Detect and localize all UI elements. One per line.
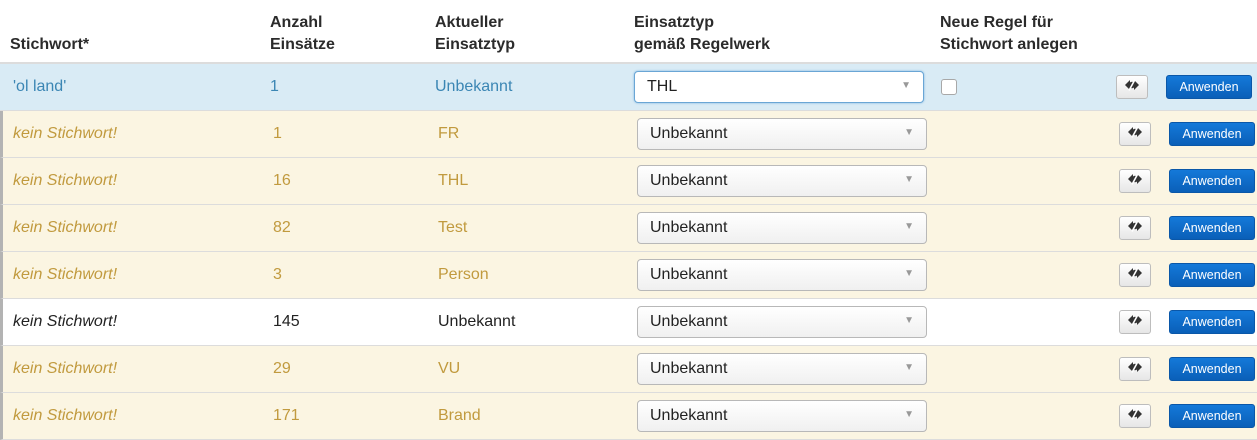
keyword-cell: kein Stichwort! <box>13 266 118 283</box>
type-select[interactable]: Unbekannt ▼ <box>637 306 927 338</box>
current-type-cell: THL <box>438 172 469 189</box>
eye-slash-icon <box>1127 360 1143 378</box>
count-cell: 171 <box>273 407 300 424</box>
header-regelwerk-typ: Einsatztyp gemäß Regelwerk <box>634 14 771 53</box>
count-cell: 3 <box>273 266 282 283</box>
apply-button[interactable]: Anwenden <box>1169 357 1255 381</box>
count-cell: 82 <box>273 219 291 236</box>
chevron-down-icon: ▼ <box>904 268 914 279</box>
table-header: Stichwort* Anzahl Einsätze Aktueller Einsa… <box>0 0 1257 64</box>
eye-slash-icon <box>1127 407 1143 425</box>
count-cell: 145 <box>273 313 300 330</box>
type-select-value: Unbekannt <box>650 360 728 377</box>
eye-slash-icon <box>1127 313 1143 331</box>
table-row: kein Stichwort! 29 VU Unbekannt ▼ Anwenden <box>0 346 1257 393</box>
type-select[interactable]: THL ▼ <box>634 71 924 103</box>
count-cell: 1 <box>273 125 282 142</box>
current-type-cell: Person <box>438 266 489 283</box>
current-type-cell: Brand <box>438 407 481 424</box>
type-select[interactable]: Unbekannt ▼ <box>637 212 927 244</box>
count-cell: 29 <box>273 360 291 377</box>
current-type-cell: Test <box>438 219 468 236</box>
eye-slash-icon <box>1127 125 1143 143</box>
type-select[interactable]: Unbekannt ▼ <box>637 165 927 197</box>
keyword-cell: kein Stichwort! <box>13 407 118 424</box>
keyword-cell: kein Stichwort! <box>13 360 118 377</box>
toggle-visibility-button[interactable] <box>1119 357 1151 381</box>
eye-slash-icon <box>1127 219 1143 237</box>
apply-button[interactable]: Anwenden <box>1169 122 1255 146</box>
table-row: 'ol land' 1 Unbekannt THL ▼ Anwenden <box>0 64 1257 111</box>
chevron-down-icon: ▼ <box>904 315 914 326</box>
table-body: 'ol land' 1 Unbekannt THL ▼ Anwenden kein Stic… <box>0 64 1257 440</box>
toggle-visibility-button[interactable] <box>1119 310 1151 334</box>
current-type-cell: VU <box>438 360 461 377</box>
table-row: kein Stichwort! 3 Person Unbekannt ▼ Anwenden <box>0 252 1257 299</box>
count-cell: 1 <box>270 78 279 95</box>
eye-slash-icon <box>1127 172 1143 190</box>
toggle-visibility-button[interactable] <box>1119 263 1151 287</box>
header-anzahl: Anzahl Einsätze <box>270 14 335 53</box>
header-stichwort: Stichwort* <box>10 36 90 53</box>
type-select[interactable]: Unbekannt ▼ <box>637 259 927 291</box>
eye-slash-icon <box>1124 78 1140 96</box>
current-type-cell: Unbekannt <box>435 78 513 95</box>
apply-button[interactable]: Anwenden <box>1166 75 1252 99</box>
apply-button[interactable]: Anwenden <box>1169 216 1255 240</box>
type-select-value: Unbekannt <box>650 125 728 142</box>
table-row: kein Stichwort! 171 Brand Unbekannt ▼ Anwende… <box>0 393 1257 440</box>
type-select-value: Unbekannt <box>650 407 728 424</box>
keyword-cell: kein Stichwort! <box>13 125 118 142</box>
apply-button[interactable]: Anwenden <box>1169 263 1255 287</box>
type-select-value: Unbekannt <box>650 266 728 283</box>
type-select-value: Unbekannt <box>650 313 728 330</box>
chevron-down-icon: ▼ <box>901 80 911 91</box>
table-row: kein Stichwort! 1 FR Unbekannt ▼ Anwenden <box>0 111 1257 158</box>
keyword-cell: kein Stichwort! <box>13 313 118 330</box>
header-neue-regel: Neue Regel für Stichwort anlegen <box>940 14 1078 53</box>
toggle-visibility-button[interactable] <box>1116 75 1148 99</box>
toggle-visibility-button[interactable] <box>1119 122 1151 146</box>
chevron-down-icon: ▼ <box>904 409 914 420</box>
keyword-cell: kein Stichwort! <box>13 219 118 236</box>
eye-slash-icon <box>1127 266 1143 284</box>
count-cell: 16 <box>273 172 291 189</box>
apply-button[interactable]: Anwenden <box>1169 310 1255 334</box>
keyword-cell: kein Stichwort! <box>13 172 118 189</box>
type-select-value: Unbekannt <box>650 172 728 189</box>
toggle-visibility-button[interactable] <box>1119 404 1151 428</box>
type-select[interactable]: Unbekannt ▼ <box>637 400 927 432</box>
current-type-cell: Unbekannt <box>438 313 516 330</box>
apply-button[interactable]: Anwenden <box>1169 169 1255 193</box>
type-select[interactable]: Unbekannt ▼ <box>637 118 927 150</box>
table-row: kein Stichwort! 16 THL Unbekannt ▼ Anwenden <box>0 158 1257 205</box>
chevron-down-icon: ▼ <box>904 362 914 373</box>
chevron-down-icon: ▼ <box>904 221 914 232</box>
type-select-value: THL <box>647 78 678 95</box>
new-rule-checkbox[interactable] <box>941 79 957 95</box>
header-aktueller-typ: Aktueller Einsatztyp <box>435 14 516 53</box>
chevron-down-icon: ▼ <box>904 127 914 138</box>
toggle-visibility-button[interactable] <box>1119 169 1151 193</box>
chevron-down-icon: ▼ <box>904 174 914 185</box>
current-type-cell: FR <box>438 125 460 142</box>
table-row: kein Stichwort! 82 Test Unbekannt ▼ Anwenden <box>0 205 1257 252</box>
rules-table: Stichwort* Anzahl Einsätze Aktueller Einsa… <box>0 0 1257 440</box>
toggle-visibility-button[interactable] <box>1119 216 1151 240</box>
table-row: kein Stichwort! 145 Unbekannt Unbekannt ▼ Anw… <box>0 299 1257 346</box>
apply-button[interactable]: Anwenden <box>1169 404 1255 428</box>
keyword-cell: 'ol land' <box>13 78 67 95</box>
type-select[interactable]: Unbekannt ▼ <box>637 353 927 385</box>
type-select-value: Unbekannt <box>650 219 728 236</box>
